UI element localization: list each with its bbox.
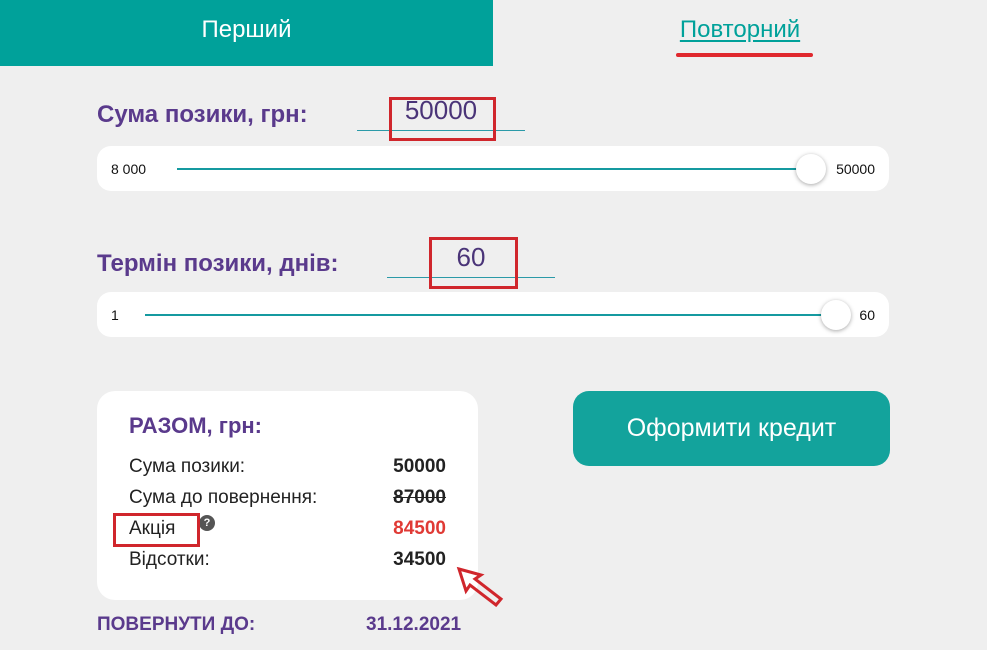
term-slider-max: 60 [859, 306, 875, 323]
summary-row-label: Сума до повернення: [129, 487, 318, 508]
term-slider-track [145, 314, 845, 316]
summary-row-label: Сума позики: [129, 456, 246, 477]
amount-slider-handle[interactable] [796, 154, 826, 184]
amount-slider-track [177, 168, 825, 170]
term-slider-handle[interactable] [821, 300, 851, 330]
summary-row-value: 87000 [393, 487, 446, 508]
amount-slider-min: 8 000 [111, 160, 147, 177]
question-circle-icon[interactable]: ? [199, 515, 215, 531]
summary-card: РАЗОМ, грн: Сума позики: 50000 Сума до п… [97, 391, 478, 600]
summary-title: РАЗОМ, грн: [129, 413, 262, 438]
tab-first[interactable]: Перший [0, 0, 493, 66]
tab-first-label: Перший [201, 16, 292, 43]
term-slider-min: 1 [111, 306, 119, 323]
summary-row-label: Відсотки: [129, 549, 210, 570]
summary-row-value: 50000 [393, 456, 446, 477]
tab-repeat-label: Повторний [679, 16, 801, 43]
annotation-underline [676, 53, 813, 57]
term-slider[interactable]: 1 60 [97, 292, 889, 337]
arrow-up-left-icon [456, 566, 504, 607]
summary-row-value: 84500 [393, 518, 446, 539]
term-label: Термін позики, днів: [97, 250, 339, 277]
annotation-box-promo [113, 513, 200, 547]
annotation-box-term [429, 237, 518, 289]
summary-row-value: 34500 [393, 549, 446, 570]
amount-slider-max: 50000 [836, 160, 875, 177]
amount-label: Сума позики, грн: [97, 101, 308, 128]
annotation-box-amount [389, 97, 496, 141]
return-date: 31.12.2021 [366, 614, 462, 635]
apply-credit-button[interactable]: Оформити кредит [573, 391, 890, 466]
amount-slider[interactable]: 8 000 50000 [97, 146, 889, 191]
return-by-label: ПОВЕРНУТИ ДО: [97, 614, 256, 635]
